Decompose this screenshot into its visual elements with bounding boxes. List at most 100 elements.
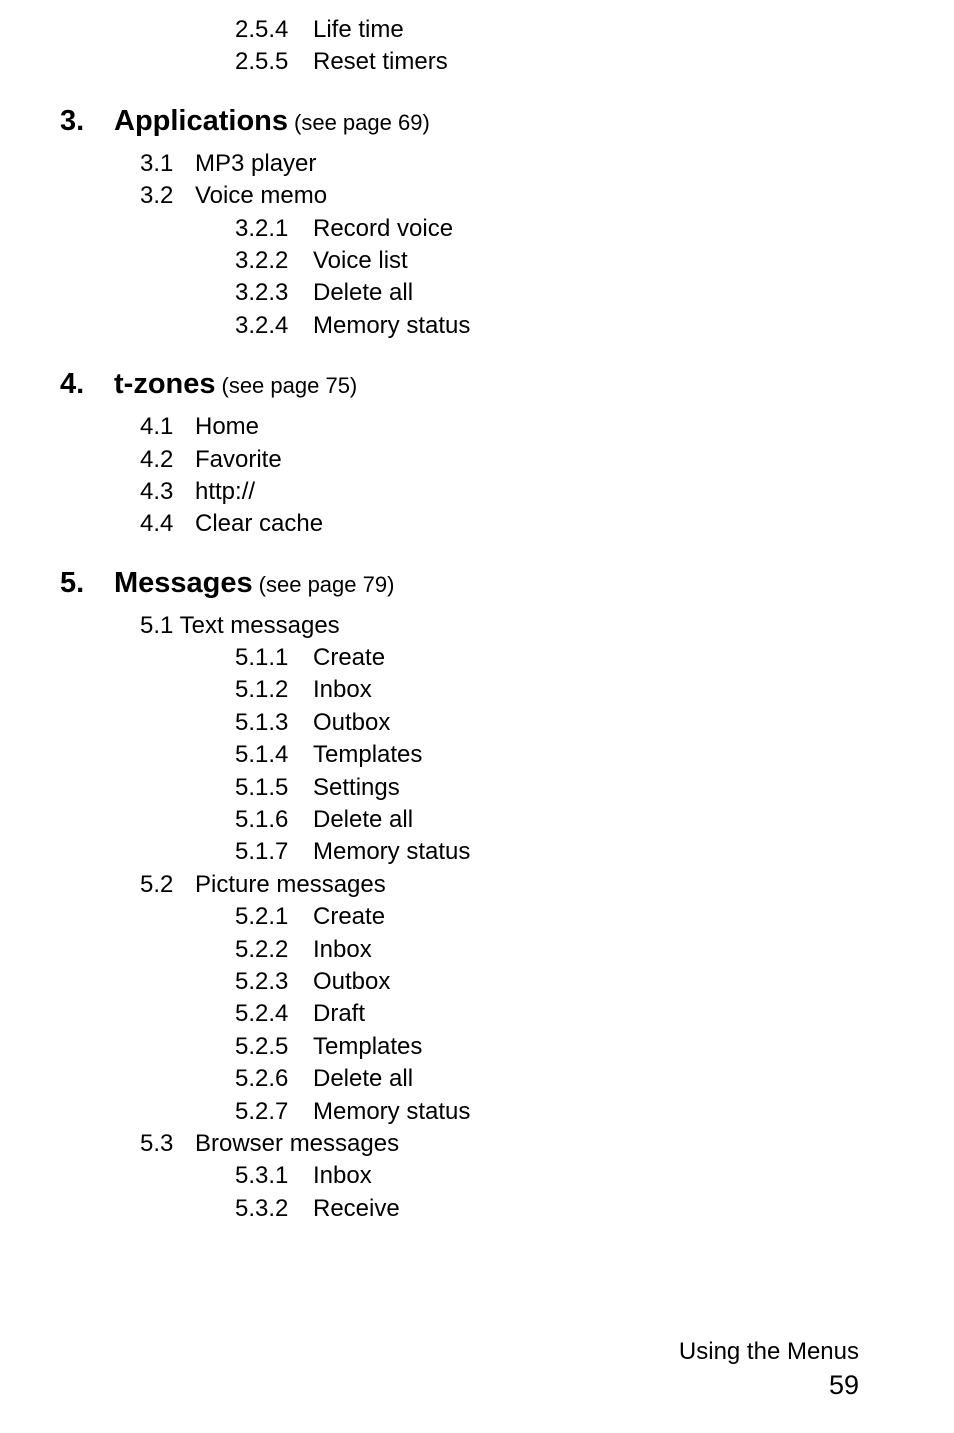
toc-entry-label: Reset timers <box>313 48 448 75</box>
toc-entry-number: 3.2.1 <box>235 213 313 245</box>
toc-entry-number: 4.4 <box>140 508 195 540</box>
toc-entry-number: 4.1 <box>140 411 195 443</box>
toc-section-number: 4. <box>60 368 114 401</box>
toc-entry-number: 5.2.5 <box>235 1031 313 1063</box>
toc-entry-number: 5.2.6 <box>235 1063 313 1095</box>
toc-entry-l3: 5.1.3Outbox <box>235 707 874 739</box>
toc-entry-l3: 2.5.4Life time <box>235 14 874 46</box>
toc-entry-label: Inbox <box>313 676 372 703</box>
toc-entry-number: 5.2.4 <box>235 998 313 1030</box>
toc-entry-l3: 5.2.3Outbox <box>235 966 874 998</box>
toc-entry-l3: 5.2.4Draft <box>235 998 874 1030</box>
toc-section-title: Messages <box>114 567 253 600</box>
toc-entry-label: Create <box>313 644 385 671</box>
toc-entry-l2: 5.1 Text messages <box>140 610 874 642</box>
toc-section-page-ref: (see page 75) <box>222 373 358 399</box>
toc-section-title: t-zones <box>114 368 216 401</box>
toc-entry-l3: 5.1.5Settings <box>235 772 874 804</box>
toc-entry-number: 4.2 <box>140 444 195 476</box>
toc-entry-number: 3.2.4 <box>235 310 313 342</box>
toc-entry-number: 5.1.2 <box>235 674 313 706</box>
toc-entry-l3: 3.2.4Memory status <box>235 310 874 342</box>
toc-entry-label: Outbox <box>313 968 390 995</box>
toc-entry-number: 5.1.3 <box>235 707 313 739</box>
toc-entry-number: 5.1 <box>140 612 180 639</box>
toc-entry-number: 5.2.7 <box>235 1096 313 1128</box>
toc-section-number: 5. <box>60 567 114 600</box>
toc-entry-label: Templates <box>313 1033 422 1060</box>
toc-entry-l3: 5.2.1Create <box>235 901 874 933</box>
toc-section-number: 3. <box>60 105 114 138</box>
toc-entry-label: Favorite <box>195 446 282 473</box>
toc-entry-number: 3.2.3 <box>235 277 313 309</box>
toc-section-heading: 4.t-zones (see page 75) <box>60 368 874 401</box>
toc-entry-label: Delete all <box>313 1065 413 1092</box>
toc-entry-label: Delete all <box>313 279 413 306</box>
toc-entry-label: Inbox <box>313 936 372 963</box>
toc-entry-label: Memory status <box>313 1098 470 1125</box>
toc-entry-label: Inbox <box>313 1162 372 1189</box>
toc-entry-l3: 5.1.1Create <box>235 642 874 674</box>
toc-entry-l3: 2.5.5Reset timers <box>235 46 874 78</box>
toc-entry-l2: 3.1MP3 player <box>140 148 874 180</box>
toc-entry-number: 5.2.2 <box>235 934 313 966</box>
toc-entry-label: Record voice <box>313 215 453 242</box>
toc-entry-l3: 5.1.7Memory status <box>235 836 874 868</box>
toc-entry-l3: 5.1.6Delete all <box>235 804 874 836</box>
toc-entry-l2: 4.1Home <box>140 411 874 443</box>
toc-entry-number: 5.3.2 <box>235 1193 313 1225</box>
toc-entry-l3: 5.2.2Inbox <box>235 934 874 966</box>
toc-entry-label: Text messages <box>180 612 340 639</box>
toc-entry-number: 5.3.1 <box>235 1160 313 1192</box>
toc-entry-label: Voice memo <box>195 182 327 209</box>
toc-entry-l3: 5.3.2Receive <box>235 1193 874 1225</box>
toc-entry-label: Delete all <box>313 806 413 833</box>
toc-entry-label: Home <box>195 413 259 440</box>
toc-entry-l3: 5.2.5Templates <box>235 1031 874 1063</box>
toc-entry-label: MP3 player <box>195 150 316 177</box>
toc-entry-number: 5.2.1 <box>235 901 313 933</box>
toc-section-heading: 3.Applications (see page 69) <box>60 105 874 138</box>
toc-entry-number: 3.2 <box>140 180 195 212</box>
toc-entry-number: 5.1.4 <box>235 739 313 771</box>
toc-entry-label: Draft <box>313 1000 365 1027</box>
toc-entry-label: Memory status <box>313 838 470 865</box>
toc-entry-l2: 4.3http:// <box>140 476 874 508</box>
toc-entry-l3: 5.2.7Memory status <box>235 1096 874 1128</box>
toc-entry-number: 5.1.6 <box>235 804 313 836</box>
toc-entry-l3: 5.1.2Inbox <box>235 674 874 706</box>
toc-entry-number: 5.1.1 <box>235 642 313 674</box>
toc-entry-l3: 3.2.2Voice list <box>235 245 874 277</box>
toc-entry-number: 5.2 <box>140 869 195 901</box>
toc-entry-number: 4.3 <box>140 476 195 508</box>
toc-entry-l3: 3.2.1Record voice <box>235 213 874 245</box>
footer-page-number: 59 <box>679 1370 859 1401</box>
toc-section-title: Applications <box>114 105 288 138</box>
toc-entry-label: Clear cache <box>195 510 323 537</box>
toc-entry-l2: 5.3Browser messages <box>140 1128 874 1160</box>
toc-entry-number: 5.1.7 <box>235 836 313 868</box>
toc-entry-number: 3.1 <box>140 148 195 180</box>
toc-entry-l2: 5.2Picture messages <box>140 869 874 901</box>
footer-section-title: Using the Menus <box>679 1338 859 1366</box>
toc-entry-l3: 3.2.3Delete all <box>235 277 874 309</box>
toc-section-page-ref: (see page 79) <box>259 572 395 598</box>
toc-entry-label: Outbox <box>313 709 390 736</box>
toc-entry-label: Voice list <box>313 247 408 274</box>
toc-entry-label: Templates <box>313 741 422 768</box>
toc-entry-number: 2.5.5 <box>235 46 313 78</box>
toc-entry-number: 3.2.2 <box>235 245 313 277</box>
toc-entry-number: 5.1.5 <box>235 772 313 804</box>
toc-entry-label: http:// <box>195 478 255 505</box>
toc-section-heading: 5.Messages (see page 79) <box>60 567 874 600</box>
toc-section-page-ref: (see page 69) <box>294 110 430 136</box>
toc-entry-label: Picture messages <box>195 871 386 898</box>
toc-entry-number: 5.2.3 <box>235 966 313 998</box>
page-footer: Using the Menus 59 <box>679 1338 859 1401</box>
toc-entry-label: Create <box>313 903 385 930</box>
toc-entry-l3: 5.2.6Delete all <box>235 1063 874 1095</box>
toc-entry-l3: 5.1.4Templates <box>235 739 874 771</box>
toc-entry-label: Browser messages <box>195 1130 399 1157</box>
toc-entry-l3: 5.3.1Inbox <box>235 1160 874 1192</box>
toc-entry-label: Life time <box>313 16 404 43</box>
